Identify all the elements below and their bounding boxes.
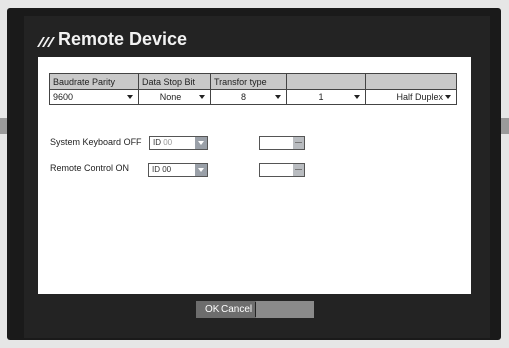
table-value-row: 9600 None 8 1 Half Duplex bbox=[49, 89, 457, 105]
header-blank-2 bbox=[365, 73, 457, 90]
transfer-type-select[interactable]: Half Duplex bbox=[365, 89, 457, 105]
parity-select[interactable]: None bbox=[138, 89, 211, 105]
chevron-down-icon bbox=[199, 95, 205, 99]
header-baudrate-parity: Baudrate Parity bbox=[49, 73, 139, 90]
button-divider bbox=[255, 302, 256, 317]
ok-button[interactable]: OK bbox=[205, 304, 219, 315]
header-blank bbox=[286, 73, 366, 90]
header-transfer-type: Transfor type bbox=[210, 73, 287, 90]
dialog-title: Remote Device bbox=[58, 29, 188, 49]
chevron-down-icon bbox=[195, 164, 207, 176]
chevron-down-icon bbox=[127, 95, 133, 99]
remote-control-spinner[interactable] bbox=[259, 163, 305, 177]
table-header-row: Baudrate Parity Data Stop Bit Transfor t… bbox=[49, 73, 457, 90]
cancel-button[interactable]: Cancel bbox=[221, 304, 252, 315]
chevron-down-icon bbox=[275, 95, 281, 99]
system-keyboard-spinner[interactable] bbox=[259, 136, 305, 150]
button-bar-right bbox=[256, 301, 314, 318]
remote-device-icon bbox=[37, 37, 55, 47]
system-keyboard-id-select[interactable]: ID 00 bbox=[149, 136, 208, 150]
stop-bit-select[interactable]: 1 bbox=[286, 89, 366, 105]
chevron-down-icon bbox=[445, 95, 451, 99]
header-data-stopbit: Data Stop Bit bbox=[138, 73, 211, 90]
remote-control-id-select[interactable]: ID 00 bbox=[148, 163, 208, 177]
spin-button-icon[interactable] bbox=[293, 164, 304, 176]
remote-control-label: Remote Control ON bbox=[50, 163, 130, 173]
serial-settings-table: Baudrate Parity Data Stop Bit Transfor t… bbox=[49, 73, 457, 105]
baudrate-select[interactable]: 9600 bbox=[49, 89, 139, 105]
data-bits-select[interactable]: 8 bbox=[210, 89, 287, 105]
chevron-down-icon bbox=[354, 95, 360, 99]
system-keyboard-label: System Keyboard OFF bbox=[50, 137, 142, 147]
chevron-down-icon bbox=[195, 137, 207, 149]
spin-button-icon[interactable] bbox=[293, 137, 304, 149]
